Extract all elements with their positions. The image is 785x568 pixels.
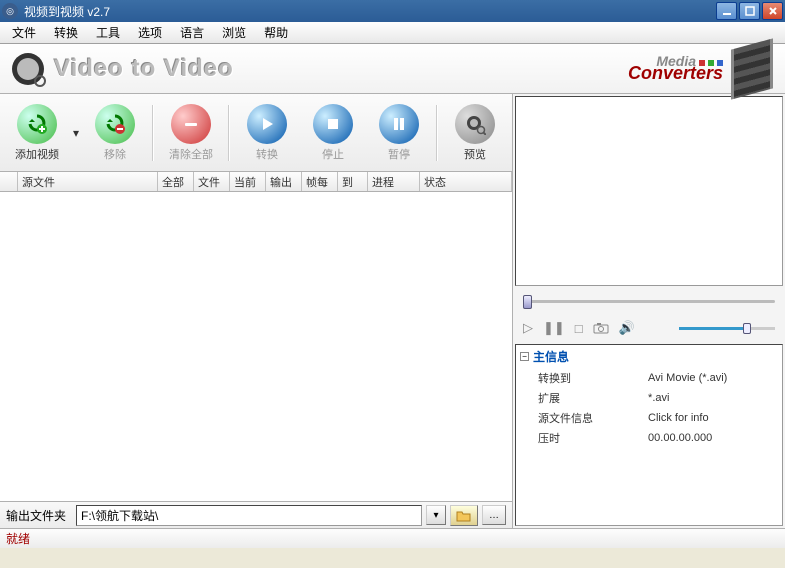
volume-slider[interactable]: [679, 327, 775, 330]
col-status[interactable]: 状态: [420, 172, 512, 191]
col-fps[interactable]: 帧每: [302, 172, 338, 191]
add-label: 添加视频: [15, 146, 59, 162]
col-current[interactable]: 当前: [230, 172, 266, 191]
preview-icon: [455, 104, 495, 144]
main-pane: 添加视频 ▾ 移除 清除全部 转换 停止 暂停: [0, 94, 513, 528]
player-controls: ▷ ❚❚ □ 🔊: [513, 314, 785, 342]
col-all[interactable]: 全部: [158, 172, 194, 191]
convert-button[interactable]: 转换: [236, 99, 298, 167]
pause-label: 暂停: [388, 146, 410, 162]
player-stop-button[interactable]: □: [575, 321, 583, 336]
menu-browse[interactable]: 浏览: [214, 22, 254, 43]
play-icon: [247, 104, 287, 144]
info-key: 源文件信息: [516, 408, 644, 428]
stop-icon: [313, 104, 353, 144]
info-val: *.avi: [644, 388, 782, 408]
open-folder-button[interactable]: [450, 505, 478, 526]
menu-options[interactable]: 选项: [130, 22, 170, 43]
banner: Video to Video Media Converters: [0, 44, 785, 94]
remove-label: 移除: [104, 146, 126, 162]
info-val: 00.00.00.000: [644, 428, 782, 448]
col-blank[interactable]: [0, 172, 18, 191]
menu-bar: 文件 转换 工具 选项 语言 浏览 帮助: [0, 22, 785, 44]
file-grid-body[interactable]: [0, 192, 512, 502]
volume-thumb[interactable]: [743, 323, 751, 334]
info-row: 压时00.00.00.000: [516, 428, 782, 448]
col-source[interactable]: 源文件: [18, 172, 158, 191]
stop-label: 停止: [322, 146, 344, 162]
film-strip-icon: [731, 38, 773, 99]
brand-line2: Converters: [628, 63, 723, 84]
info-row: 扩展*.avi: [516, 388, 782, 408]
toolbar: 添加视频 ▾ 移除 清除全部 转换 停止 暂停: [0, 94, 512, 172]
preview-label: 预览: [464, 146, 486, 162]
maximize-button[interactable]: [739, 2, 760, 20]
info-key: 转换到: [516, 368, 644, 388]
output-path-input[interactable]: [76, 505, 422, 526]
brand-logo: Media Converters: [628, 53, 723, 84]
remove-button[interactable]: 移除: [84, 99, 146, 167]
col-to[interactable]: 到: [338, 172, 368, 191]
title-bar: ◎ 视频到视频 v2.7: [0, 0, 785, 22]
collapse-icon: −: [520, 352, 529, 361]
output-label: 输出文件夹: [6, 507, 72, 524]
info-row: 源文件信息Click for info: [516, 408, 782, 428]
col-output[interactable]: 输出: [266, 172, 302, 191]
player-play-button[interactable]: ▷: [523, 320, 533, 336]
col-progress[interactable]: 进程: [368, 172, 420, 191]
menu-language[interactable]: 语言: [172, 22, 212, 43]
remove-icon: [95, 104, 135, 144]
snapshot-button[interactable]: [593, 322, 609, 334]
player-pause-button[interactable]: ❚❚: [543, 320, 565, 336]
info-row: 转换到Avi Movie (*.avi): [516, 368, 782, 388]
clear-label: 清除全部: [169, 146, 213, 162]
status-text: 就绪: [6, 530, 30, 547]
info-section-header[interactable]: − 主信息: [516, 345, 782, 368]
clear-icon: [171, 104, 211, 144]
info-section-title: 主信息: [533, 348, 569, 365]
pause-button[interactable]: 暂停: [368, 99, 430, 167]
app-name: Video to Video: [54, 55, 234, 83]
add-dropdown[interactable]: ▾: [72, 126, 80, 140]
info-key: 扩展: [516, 388, 644, 408]
clear-all-button[interactable]: 清除全部: [160, 99, 222, 167]
seek-slider[interactable]: [523, 300, 775, 303]
info-val[interactable]: Avi Movie (*.avi): [644, 368, 782, 388]
info-val[interactable]: Click for info: [644, 408, 782, 428]
info-panel: − 主信息 转换到Avi Movie (*.avi) 扩展*.avi 源文件信息…: [515, 344, 783, 526]
volume-icon[interactable]: 🔊: [619, 320, 635, 336]
seek-thumb[interactable]: [523, 295, 532, 309]
convert-label: 转换: [256, 146, 278, 162]
add-icon: [17, 104, 57, 144]
minimize-button[interactable]: [716, 2, 737, 20]
preview-area: [515, 96, 783, 286]
menu-file[interactable]: 文件: [4, 22, 44, 43]
info-key: 压时: [516, 428, 644, 448]
menu-convert[interactable]: 转换: [46, 22, 86, 43]
output-path-dropdown[interactable]: ▾: [426, 505, 446, 525]
seek-row: [513, 288, 785, 314]
col-file[interactable]: 文件: [194, 172, 230, 191]
close-button[interactable]: [762, 2, 783, 20]
window-title: 视频到视频 v2.7: [22, 3, 716, 20]
status-bar: 就绪: [0, 528, 785, 548]
side-pane: ▷ ❚❚ □ 🔊 − 主信息 转换到Avi Movie (*.avi) 扩展*.…: [513, 94, 785, 528]
stop-button[interactable]: 停止: [302, 99, 364, 167]
file-grid-header: 源文件 全部 文件 当前 输出 帧每 到 进程 状态: [0, 172, 512, 192]
app-icon: ◎: [2, 3, 18, 19]
menu-help[interactable]: 帮助: [256, 22, 296, 43]
app-logo-icon: [12, 53, 44, 85]
output-row: 输出文件夹 ▾ …: [0, 502, 512, 528]
add-video-button[interactable]: 添加视频: [6, 99, 68, 167]
pause-icon: [379, 104, 419, 144]
browse-button[interactable]: …: [482, 505, 506, 525]
menu-tools[interactable]: 工具: [88, 22, 128, 43]
preview-button[interactable]: 预览: [444, 99, 506, 167]
